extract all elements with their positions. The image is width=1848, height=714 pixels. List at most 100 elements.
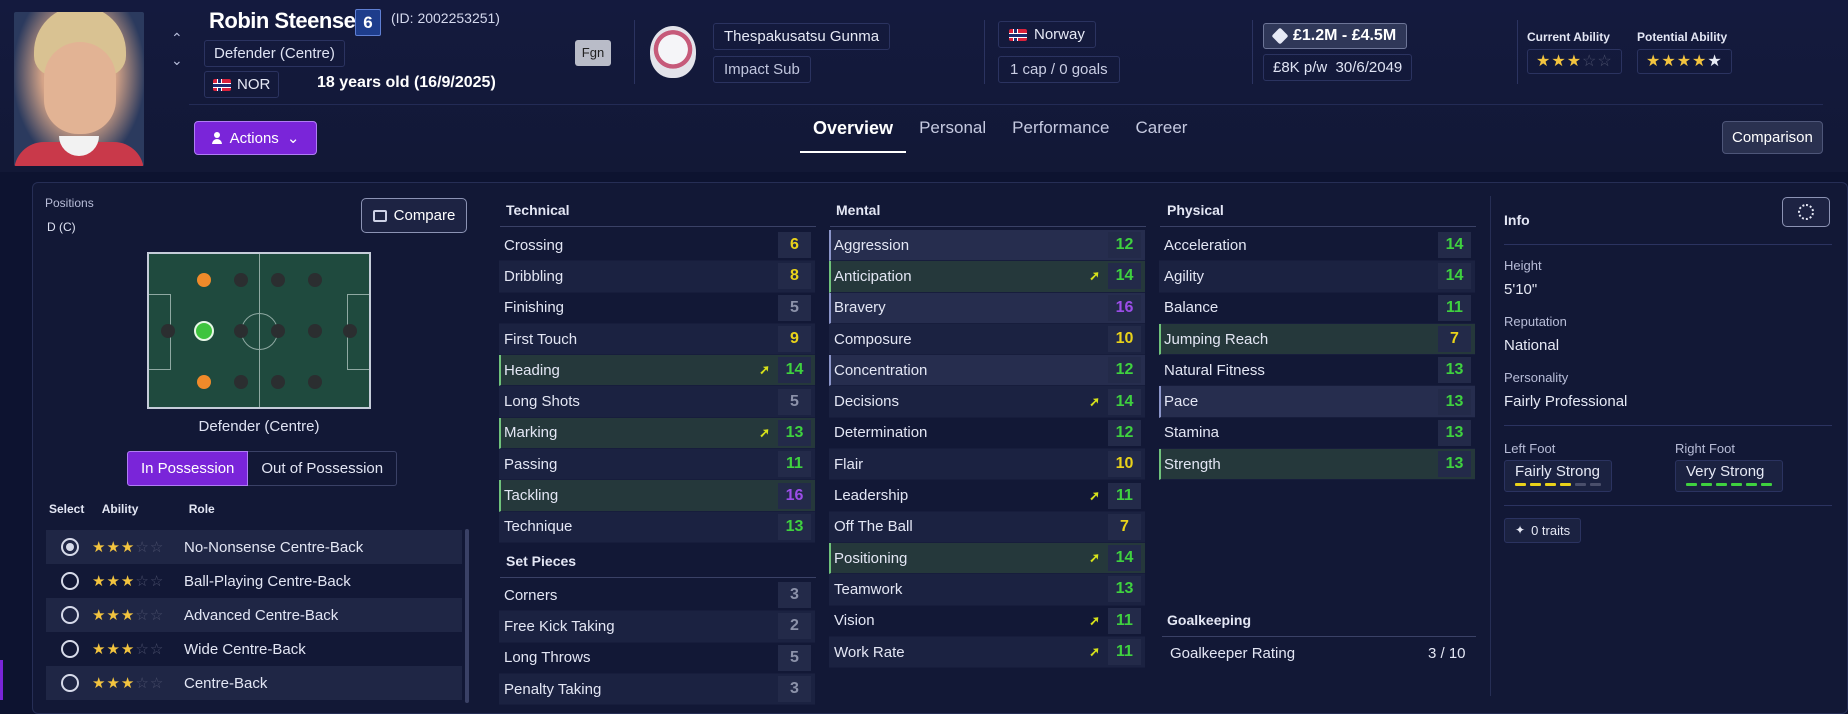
attribute-row[interactable]: Balance 11 [1159,293,1475,324]
position-dot[interactable] [271,375,285,389]
role-row[interactable]: ★★★☆☆ No-Nonsense Centre-Back [46,530,462,564]
attribute-row[interactable]: Work Rate ➚ 11 [829,636,1145,669]
attribute-value: 8 [778,263,811,290]
roles-table-header: Select Ability Role [49,502,215,516]
attribute-row[interactable]: Heading ➚ 14 [499,355,815,387]
nation-code: NOR [237,76,271,93]
attribute-row[interactable]: Teamwork 13 [829,574,1145,606]
attribute-row[interactable]: First Touch 9 [499,323,815,356]
attribute-row[interactable]: Aggression 12 [829,230,1145,262]
actions-button[interactable]: Actions ⌄ [194,121,317,155]
club-name[interactable]: Thespakusatsu Gunma [713,23,891,50]
info-settings-button[interactable] [1782,197,1830,227]
international-nation[interactable]: Norway [998,21,1096,48]
attribute-row[interactable]: Dribbling 8 [499,261,815,293]
attribute-row[interactable]: Jumping Reach 7 [1159,323,1475,356]
traits-button[interactable]: ✦ 0 traits [1504,518,1582,543]
technical-attributes: Crossing 6 Dribbling 8 Finishing 5 First Touch… [499,230,815,543]
positions-value: D (C) [47,220,76,234]
chevron-up-icon[interactable]: ⌃ [171,30,183,47]
role-radio[interactable] [61,606,79,624]
attribute-row[interactable]: Strength 13 [1159,449,1475,481]
attribute-value: 13 [1438,388,1471,415]
foot-meter-segment [1545,483,1556,486]
role-radio[interactable] [61,674,79,692]
attribute-row[interactable]: Technique 13 [499,511,815,543]
position-dot[interactable] [197,375,211,389]
attribute-value: 13 [1438,451,1471,478]
reputation-label: Reputation [1504,314,1567,329]
position-dot[interactable] [161,324,175,338]
position-dot[interactable] [271,324,285,338]
attribute-row[interactable]: Free Kick Taking 2 [499,611,815,643]
attribute-name: Marking [504,424,558,442]
position-dot[interactable] [308,324,322,338]
attribute-row[interactable]: Finishing 5 [499,293,815,324]
tab-overview[interactable]: Overview [800,114,907,153]
compare-button[interactable]: Compare [361,198,467,233]
attribute-row[interactable]: Bravery 16 [829,292,1145,324]
attribute-row[interactable]: Determination 12 [829,418,1145,450]
attribute-row[interactable]: Marking ➚ 13 [499,417,815,450]
attribute-row[interactable]: Long Shots 5 [499,386,815,418]
role-radio[interactable] [61,640,79,658]
goalkeeper-rating-label: Goalkeeper Rating [1170,645,1296,662]
position-dot[interactable] [234,324,248,338]
role-row[interactable]: ★★★☆☆ Ball-Playing Centre-Back [46,564,462,598]
tab-personal[interactable]: Personal [906,114,999,153]
role-row[interactable]: ★★★☆☆ Wide Centre-Back [46,632,462,666]
position-dot-natural[interactable] [194,321,214,341]
attribute-row[interactable]: Composure 10 [829,323,1145,356]
attribute-name: Long Throws [504,649,591,667]
comparison-button[interactable]: Comparison [1722,121,1823,154]
attribute-name: Vision [834,612,875,630]
price-tag-icon [1271,27,1289,45]
player-name: Robin Steensen [209,8,369,33]
player-nationality[interactable]: NOR [204,71,280,98]
role-radio[interactable] [61,538,79,556]
attribute-row[interactable]: Leadership ➚ 11 [829,480,1145,512]
in-possession-tab[interactable]: In Possession [127,451,249,486]
attribute-value: 14 [1108,388,1141,415]
attribute-row[interactable]: Anticipation ➚ 14 [829,261,1145,293]
attribute-row[interactable]: Vision ➚ 11 [829,606,1145,637]
attribute-row[interactable]: Decisions ➚ 14 [829,386,1145,418]
attribute-row[interactable]: Penalty Taking 3 [499,673,815,706]
attribute-row[interactable]: Flair 10 [829,449,1145,481]
attribute-name: Composure [834,330,912,348]
club-crest-icon[interactable] [650,26,696,78]
role-row[interactable]: ★★★☆☆ Advanced Centre-Back [46,598,462,632]
role-radio[interactable] [61,572,79,590]
attribute-row[interactable]: Corners 3 [499,580,815,612]
out-of-possession-tab[interactable]: Out of Possession [248,451,398,486]
tab-career[interactable]: Career [1123,114,1201,153]
attribute-row[interactable]: Long Throws 5 [499,643,815,674]
attribute-row[interactable]: Off The Ball 7 [829,511,1145,543]
position-dot[interactable] [234,273,248,287]
attribute-name: Agility [1164,267,1205,285]
tab-performance[interactable]: Performance [999,114,1122,153]
chevron-down-icon[interactable]: ⌄ [171,52,183,69]
scrollbar[interactable] [465,529,469,703]
attribute-row[interactable]: Positioning ➚ 14 [829,542,1145,575]
attribute-row[interactable]: Stamina 13 [1159,418,1475,450]
position-dot[interactable] [197,273,211,287]
foot-meter-segment [1701,483,1712,486]
position-dot[interactable] [234,375,248,389]
role-row[interactable]: ★★★☆☆ Centre-Back [46,666,462,700]
attribute-row[interactable]: Acceleration 14 [1159,230,1475,262]
person-icon [211,132,222,144]
position-dot[interactable] [271,273,285,287]
attribute-row[interactable]: Crossing 6 [499,230,815,262]
attribute-row[interactable]: Pace 13 [1159,386,1475,418]
attribute-row[interactable]: Tackling 16 [499,480,815,512]
position-dot[interactable] [308,375,322,389]
attribute-row[interactable]: Concentration 12 [829,355,1145,387]
attribute-row[interactable]: Passing 11 [499,449,815,481]
foot-meter-segment [1560,483,1571,486]
attribute-row[interactable]: Agility 14 [1159,261,1475,293]
role-ability-stars: ★★★☆☆ [92,675,165,692]
position-dot[interactable] [308,273,322,287]
position-dot[interactable] [343,324,357,338]
attribute-row[interactable]: Natural Fitness 13 [1159,355,1475,387]
